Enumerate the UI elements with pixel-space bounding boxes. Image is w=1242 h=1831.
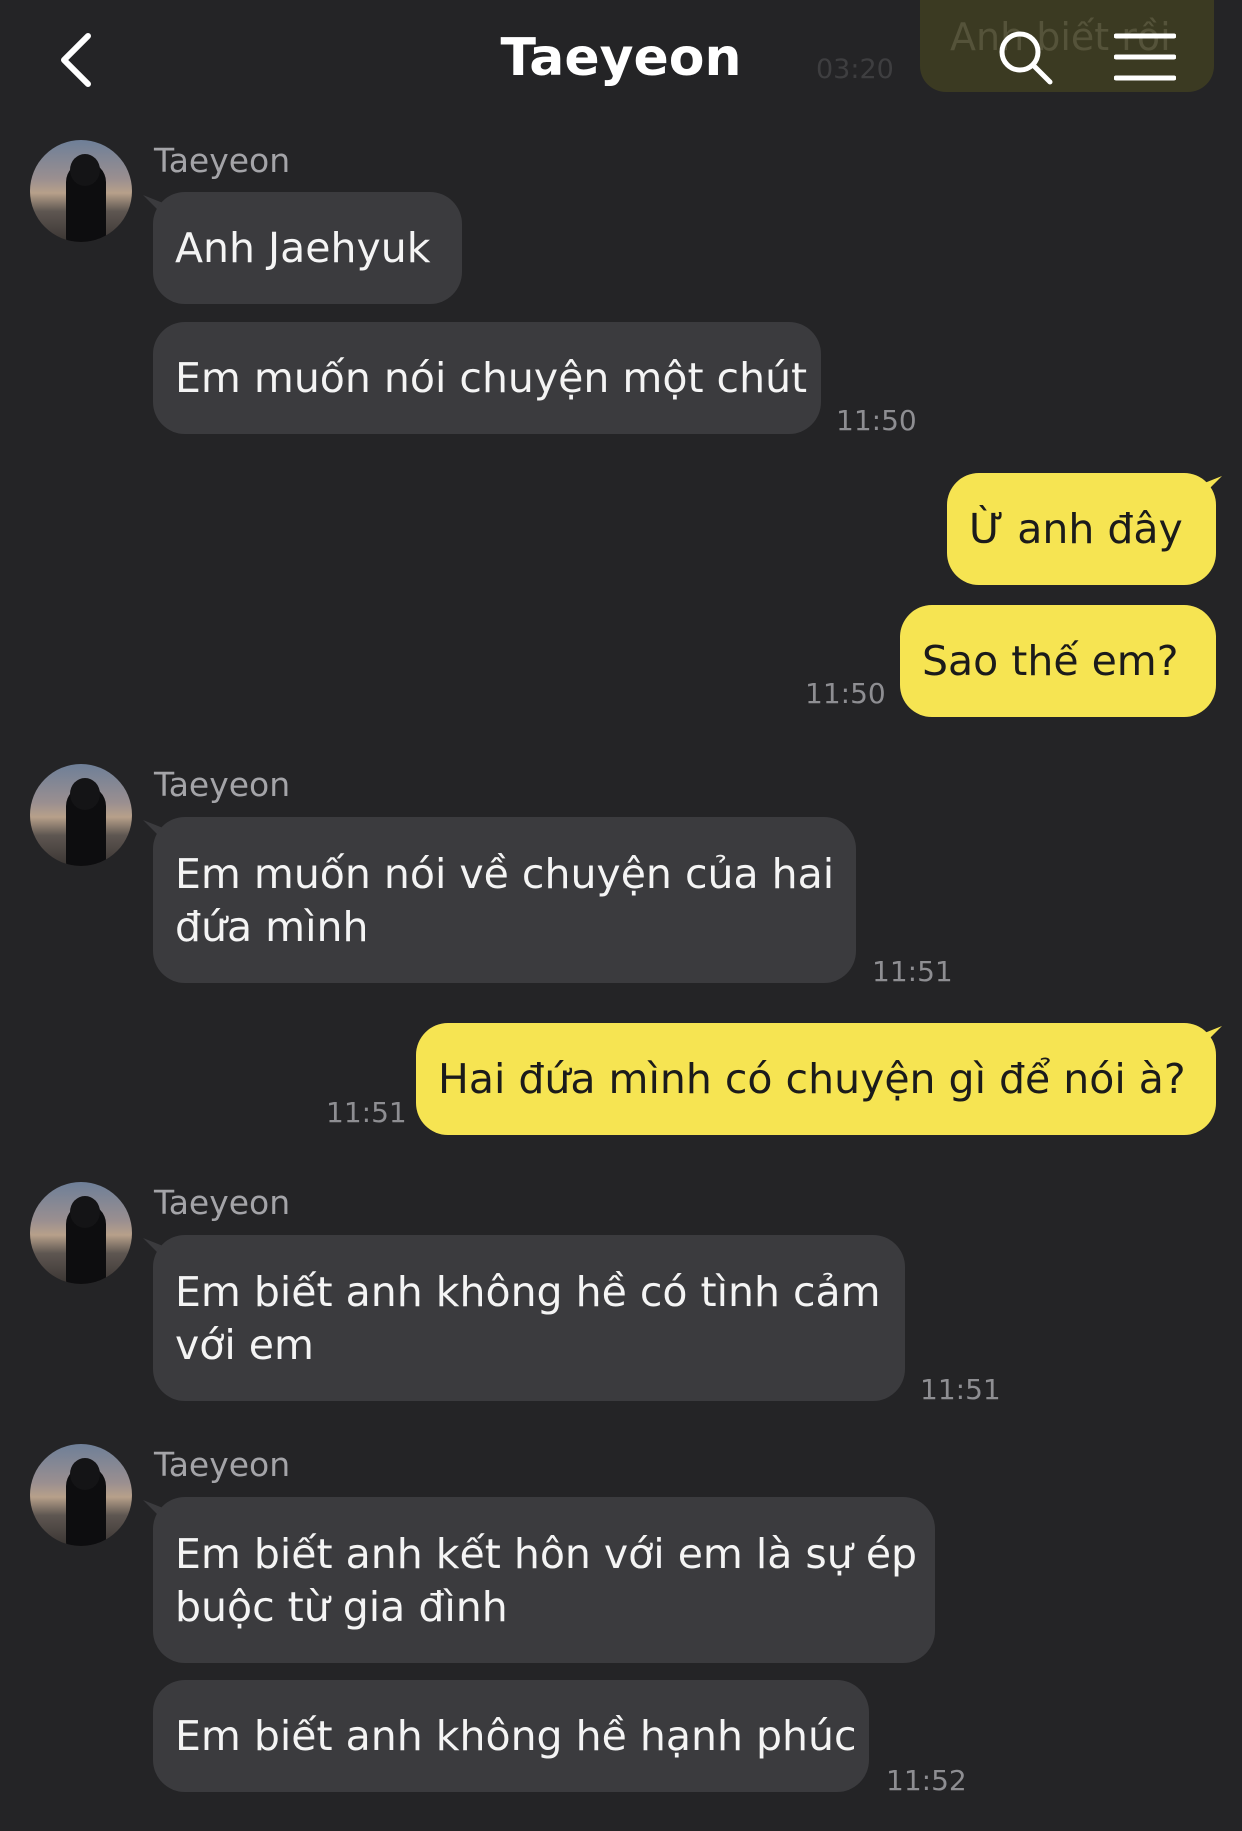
menu-icon	[1113, 33, 1177, 81]
search-button[interactable]	[996, 28, 1054, 86]
message-text: Sao thế em?	[922, 636, 1179, 685]
sender-name: Taeyeon	[154, 1445, 291, 1484]
sender-name: Taeyeon	[154, 141, 291, 180]
message-time: 11:50	[805, 677, 886, 710]
contact-avatar[interactable]	[30, 1182, 132, 1284]
chat-header: Taeyeon	[0, 0, 1242, 120]
outgoing-message[interactable]: Sao thế em?	[900, 605, 1216, 717]
message-text: Em muốn nói chuyện một chút	[175, 353, 808, 402]
message-text-line: Em biết anh không hề có tình cảm	[175, 1268, 881, 1316]
chat-title: Taeyeon	[500, 28, 742, 88]
incoming-message[interactable]: Em muốn nói về chuyện của hai đứa mình	[153, 817, 856, 983]
outgoing-message[interactable]: Hai đứa mình có chuyện gì để nói à?	[416, 1023, 1216, 1135]
sender-name: Taeyeon	[154, 765, 291, 804]
incoming-message[interactable]: Em muốn nói chuyện một chút	[153, 322, 821, 434]
chevron-left-icon	[61, 33, 91, 87]
outgoing-message[interactable]: Ừ anh đây	[947, 473, 1216, 585]
incoming-message[interactable]: Em biết anh không hề có tình cảm với em	[153, 1235, 905, 1401]
contact-avatar[interactable]	[30, 1444, 132, 1546]
search-icon	[999, 31, 1053, 85]
message-time: 11:51	[920, 1373, 1001, 1406]
message-time: 11:52	[886, 1764, 967, 1797]
message-text: Em biết anh không hề hạnh phúc	[175, 1711, 857, 1760]
sender-name: Taeyeon	[154, 1183, 291, 1222]
message-text-line: Em biết anh kết hôn với em là sự ép	[175, 1530, 918, 1578]
incoming-message[interactable]: Em biết anh không hề hạnh phúc	[153, 1680, 869, 1792]
back-button[interactable]	[52, 28, 112, 92]
message-time: 11:50	[836, 404, 917, 437]
message-text: Ừ anh đây	[969, 504, 1183, 553]
menu-button[interactable]	[1113, 32, 1177, 82]
message-text: Hai đứa mình có chuyện gì để nói à?	[438, 1054, 1186, 1103]
message-text-line: đứa mình	[175, 903, 369, 951]
message-text-line: Em muốn nói về chuyện của hai	[175, 850, 835, 898]
incoming-message[interactable]: Em biết anh kết hôn với em là sự ép buộc…	[153, 1497, 935, 1663]
contact-avatar[interactable]	[30, 140, 132, 242]
incoming-message[interactable]: Anh Jaehyuk	[153, 192, 462, 304]
message-time: 11:51	[872, 955, 953, 988]
message-time: 11:51	[326, 1096, 407, 1129]
message-text-line: buộc từ gia đình	[175, 1583, 508, 1631]
message-text-line: với em	[175, 1321, 314, 1369]
contact-avatar[interactable]	[30, 764, 132, 866]
message-text: Anh Jaehyuk	[175, 223, 431, 272]
